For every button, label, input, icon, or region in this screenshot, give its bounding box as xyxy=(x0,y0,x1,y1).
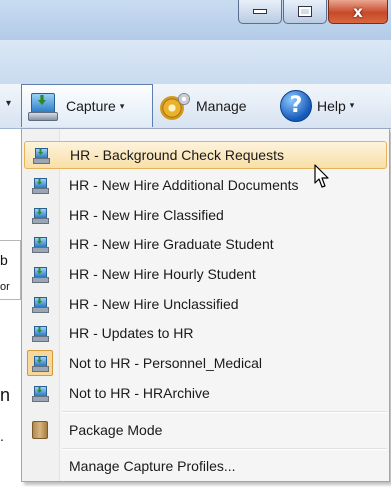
scanner-icon xyxy=(28,91,58,121)
minimize-icon xyxy=(253,9,267,14)
scanner-icon xyxy=(32,355,49,372)
package-icon xyxy=(32,421,48,439)
maximize-icon xyxy=(298,6,312,17)
scanner-icon xyxy=(32,385,49,402)
menu-separator xyxy=(62,411,387,413)
help-icon: ? xyxy=(280,89,312,122)
background-text-fragment: b xyxy=(0,252,8,268)
menu-item-hr-new-hire-classified[interactable]: HR - New Hire Classified xyxy=(24,201,387,229)
manage-label: Manage xyxy=(196,97,247,114)
menu-item-label: Manage Capture Profiles... xyxy=(69,458,236,474)
menu-item-package-mode[interactable]: Package Mode xyxy=(24,416,387,444)
window-controls: x xyxy=(238,0,389,30)
close-icon: x xyxy=(353,2,363,21)
toolbar-overflow-caret-icon[interactable]: ▾ xyxy=(6,98,11,109)
menu-item-label: HR - New Hire Hourly Student xyxy=(69,266,256,282)
chevron-down-icon: ▾ xyxy=(349,100,355,110)
scanner-icon xyxy=(32,325,49,342)
menu-item-label: HR - Background Check Requests xyxy=(70,147,284,163)
scanner-icon xyxy=(32,207,49,224)
background-text-fragment: . xyxy=(0,428,4,444)
capture-label: Capture xyxy=(66,98,116,114)
menu-item-hr-new-hire-hourly-student[interactable]: HR - New Hire Hourly Student xyxy=(24,260,387,288)
capture-button[interactable]: Capture ▾ xyxy=(21,84,153,127)
help-button[interactable]: ? Help ▾ xyxy=(280,84,354,127)
gear-icon xyxy=(160,92,190,119)
menu-item-label: HR - New Hire Classified xyxy=(69,207,224,223)
menu-item-hr-updates-to-hr[interactable]: HR - Updates to HR xyxy=(24,319,387,347)
scanner-icon xyxy=(32,177,49,194)
scanner-icon xyxy=(32,236,49,253)
menu-item-manage-capture-profiles[interactable]: Manage Capture Profiles... xyxy=(24,452,387,480)
menu-item-not-to-hr-personnel-medical[interactable]: Not to HR - Personnel_Medical xyxy=(24,349,387,377)
menu-item-label: HR - Updates to HR xyxy=(69,325,194,341)
scanner-icon xyxy=(32,266,49,283)
minimize-button[interactable] xyxy=(238,0,282,24)
scanner-icon xyxy=(32,296,49,313)
menu-item-hr-new-hire-graduate-student[interactable]: HR - New Hire Graduate Student xyxy=(24,230,387,258)
toolbar: ▾ Capture ▾ Manage ? Help ▾ xyxy=(0,84,391,129)
menu-separator xyxy=(62,448,387,450)
background-text-fragment: n xyxy=(0,385,11,405)
chevron-down-icon: ▾ xyxy=(119,100,125,111)
menu-item-not-to-hr-hrarchive[interactable]: Not to HR - HRArchive xyxy=(24,379,387,407)
close-button[interactable]: x xyxy=(328,0,388,24)
menu-item-label: Package Mode xyxy=(69,422,163,438)
mouse-cursor-icon xyxy=(314,164,329,188)
capture-dropdown-menu: HR - Background Check Requests HR - New … xyxy=(21,128,390,482)
menu-item-label: HR - New Hire Additional Documents xyxy=(69,177,299,193)
menu-item-label: HR - New Hire Graduate Student xyxy=(69,236,274,252)
menu-item-hr-new-hire-unclassified[interactable]: HR - New Hire Unclassified xyxy=(24,290,387,318)
ribbon-band xyxy=(0,40,391,85)
help-label: Help xyxy=(317,97,346,114)
maximize-button[interactable] xyxy=(283,0,327,24)
manage-button[interactable]: Manage xyxy=(160,84,247,127)
scanner-icon xyxy=(33,147,50,164)
selected-indicator xyxy=(27,350,53,376)
window-title-bar: x xyxy=(0,0,391,40)
menu-item-label: Not to HR - Personnel_Medical xyxy=(69,355,262,371)
background-text-fragment: or xyxy=(0,281,10,293)
menu-item-label: Not to HR - HRArchive xyxy=(69,385,210,401)
menu-item-label: HR - New Hire Unclassified xyxy=(69,296,239,312)
